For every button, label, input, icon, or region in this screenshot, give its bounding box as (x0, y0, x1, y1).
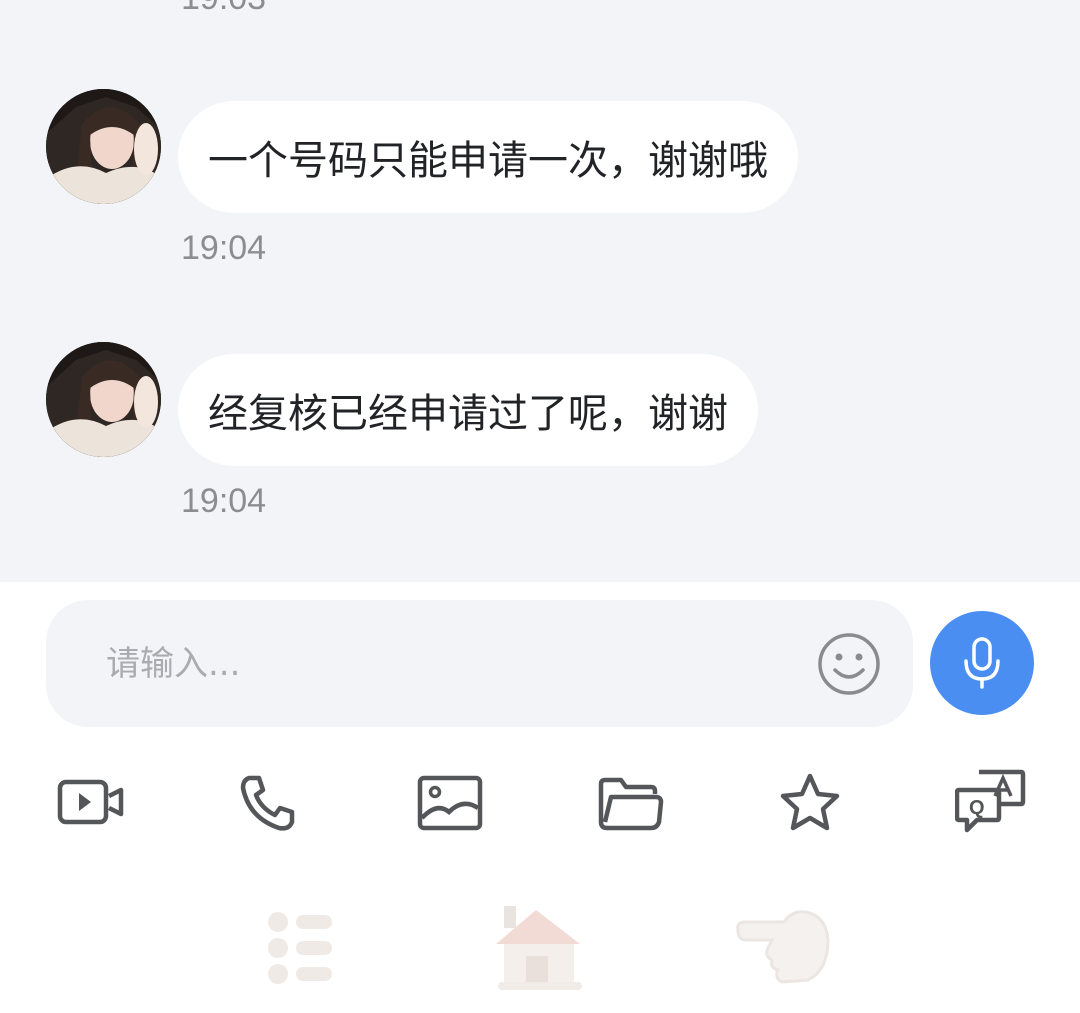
pointing-hand-icon[interactable] (732, 900, 832, 992)
house-icon[interactable] (490, 900, 590, 992)
folder-icon[interactable] (595, 770, 667, 836)
message-bubble[interactable]: 经复核已经申请过了呢，谢谢 (178, 354, 758, 466)
chat-message-area[interactable]: 19:03 一个号码只能申请一次，谢谢哦 19:04 经复核已经申请过了呢，谢谢… (0, 0, 1080, 582)
sender-avatar[interactable] (46, 342, 161, 457)
message-timestamp: 19:03 (181, 0, 266, 18)
message-timestamp: 19:04 (181, 229, 267, 267)
voice-input-button[interactable] (930, 611, 1034, 715)
phone-icon[interactable] (235, 770, 307, 836)
message-input[interactable]: 请输入... (46, 600, 913, 727)
star-icon[interactable] (775, 770, 847, 836)
image-icon[interactable] (415, 770, 487, 836)
microphone-icon (964, 637, 1000, 689)
composer-panel: 请输入... Q (0, 582, 1080, 1013)
video-icon[interactable] (55, 770, 127, 836)
translate-qa-icon[interactable]: Q (954, 768, 1027, 838)
message-timestamp: 19:04 (181, 482, 267, 520)
sender-avatar[interactable] (46, 89, 161, 204)
smiley-face-icon[interactable] (817, 632, 881, 696)
input-placeholder: 请输入... (106, 644, 241, 684)
svg-text:Q: Q (969, 797, 985, 819)
menu-list-icon[interactable] (262, 900, 362, 992)
message-bubble[interactable]: 一个号码只能申请一次，谢谢哦 (178, 101, 798, 213)
